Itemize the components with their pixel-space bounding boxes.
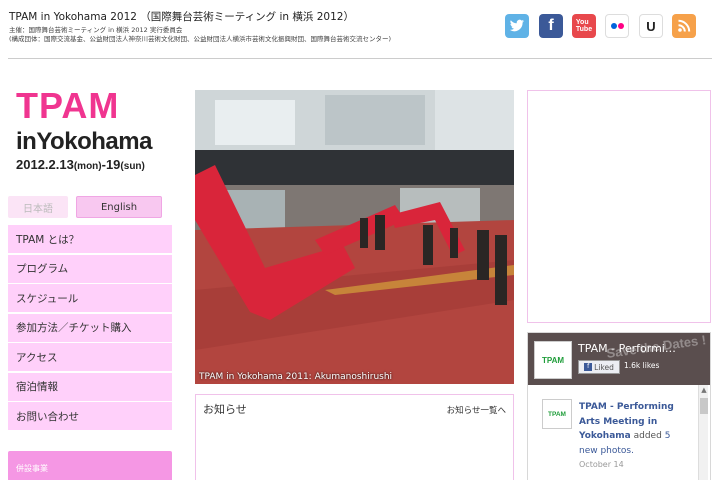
facebook-feed: TPAM TPAM - Performing Arts Meeting in Y…: [532, 391, 694, 480]
sidebar-nav: TPAM とは？ プログラム スケジュール 参加方法／チケット購入 アクセス 宿…: [8, 225, 172, 432]
nav-item-contact[interactable]: お問い合わせ: [8, 402, 172, 431]
news-panel: お知らせ お知らせ一覧へ: [195, 394, 514, 480]
site-header: TPAM in Yokohama 2012 （国際舞台芸術ミーティング in 横…: [0, 0, 720, 60]
facebook-scrollbar[interactable]: ▲: [698, 385, 708, 480]
nav-item-accommodation[interactable]: 宿泊情報: [8, 372, 172, 402]
rss-icon[interactable]: [672, 14, 696, 38]
scrollbar-thumb[interactable]: [700, 398, 708, 414]
facebook-likes-count: 1.6k likes: [624, 361, 660, 370]
logo-city: inYokohama: [16, 128, 152, 155]
hero-caption: TPAM in Yokohama 2011: Akumanoshirushi: [199, 372, 393, 382]
tpam-logo[interactable]: TPAM inYokohama 2012.2.13(mon)-19(sun): [8, 84, 178, 184]
facebook-logo-icon: f: [584, 363, 593, 371]
youtube-icon[interactable]: You Tube: [572, 14, 596, 38]
facebook-cover: Save the Dates ! TPAM TPAM - Performi… f…: [528, 333, 710, 385]
language-japanese-button[interactable]: 日本語: [8, 196, 68, 218]
nav-item-about[interactable]: TPAM とは？: [8, 225, 172, 254]
facebook-like-box: Save the Dates ! TPAM TPAM - Performi… f…: [527, 332, 711, 480]
facebook-icon[interactable]: f: [539, 14, 563, 38]
site-title: TPAM in Yokohama 2012 （国際舞台芸術ミーティング in 横…: [9, 11, 354, 23]
nav-item-schedule[interactable]: スケジュール: [8, 284, 172, 313]
facebook-post-date: October 14: [579, 460, 624, 469]
flickr-icon[interactable]: [605, 14, 629, 38]
facebook-post-avatar[interactable]: TPAM: [542, 399, 572, 429]
members-line: (構成団体：国際交流基金、公益財団法人神奈川芸術文化財団、公益財団法人横浜市芸術…: [9, 35, 392, 43]
logo-date: 2012.2.13(mon)-19(sun): [16, 157, 145, 172]
hero-image: TPAM in Yokohama 2011: Akumanoshirushi: [195, 90, 514, 384]
facebook-post-action: added: [633, 431, 662, 441]
language-english-button[interactable]: English: [76, 196, 162, 218]
facebook-page-title[interactable]: TPAM - Performi…: [578, 342, 676, 355]
scroll-up-icon[interactable]: ▲: [699, 386, 709, 394]
sidebar-ad-box: [527, 90, 711, 323]
nav-item-tickets[interactable]: 参加方法／チケット購入: [8, 313, 172, 343]
nav-item-program[interactable]: プログラム: [8, 254, 172, 284]
facebook-liked-button[interactable]: f Liked: [578, 360, 620, 374]
ustream-icon[interactable]: U: [639, 14, 663, 38]
facebook-page-avatar[interactable]: TPAM: [534, 341, 572, 379]
twitter-icon[interactable]: [505, 14, 529, 38]
facebook-post: TPAM - Performing Arts Meeting in Yokoha…: [579, 400, 691, 473]
support-program-label: 併設事業: [16, 464, 48, 473]
logo-brand: TPAM: [16, 85, 120, 126]
header-divider: [8, 58, 712, 59]
support-program-banner[interactable]: 併設事業: [8, 451, 172, 480]
facebook-liked-label: Liked: [594, 362, 614, 372]
news-list-link[interactable]: お知らせ一覧へ: [447, 404, 506, 416]
nav-item-access[interactable]: アクセス: [8, 343, 172, 372]
news-title: お知らせ: [203, 403, 247, 416]
